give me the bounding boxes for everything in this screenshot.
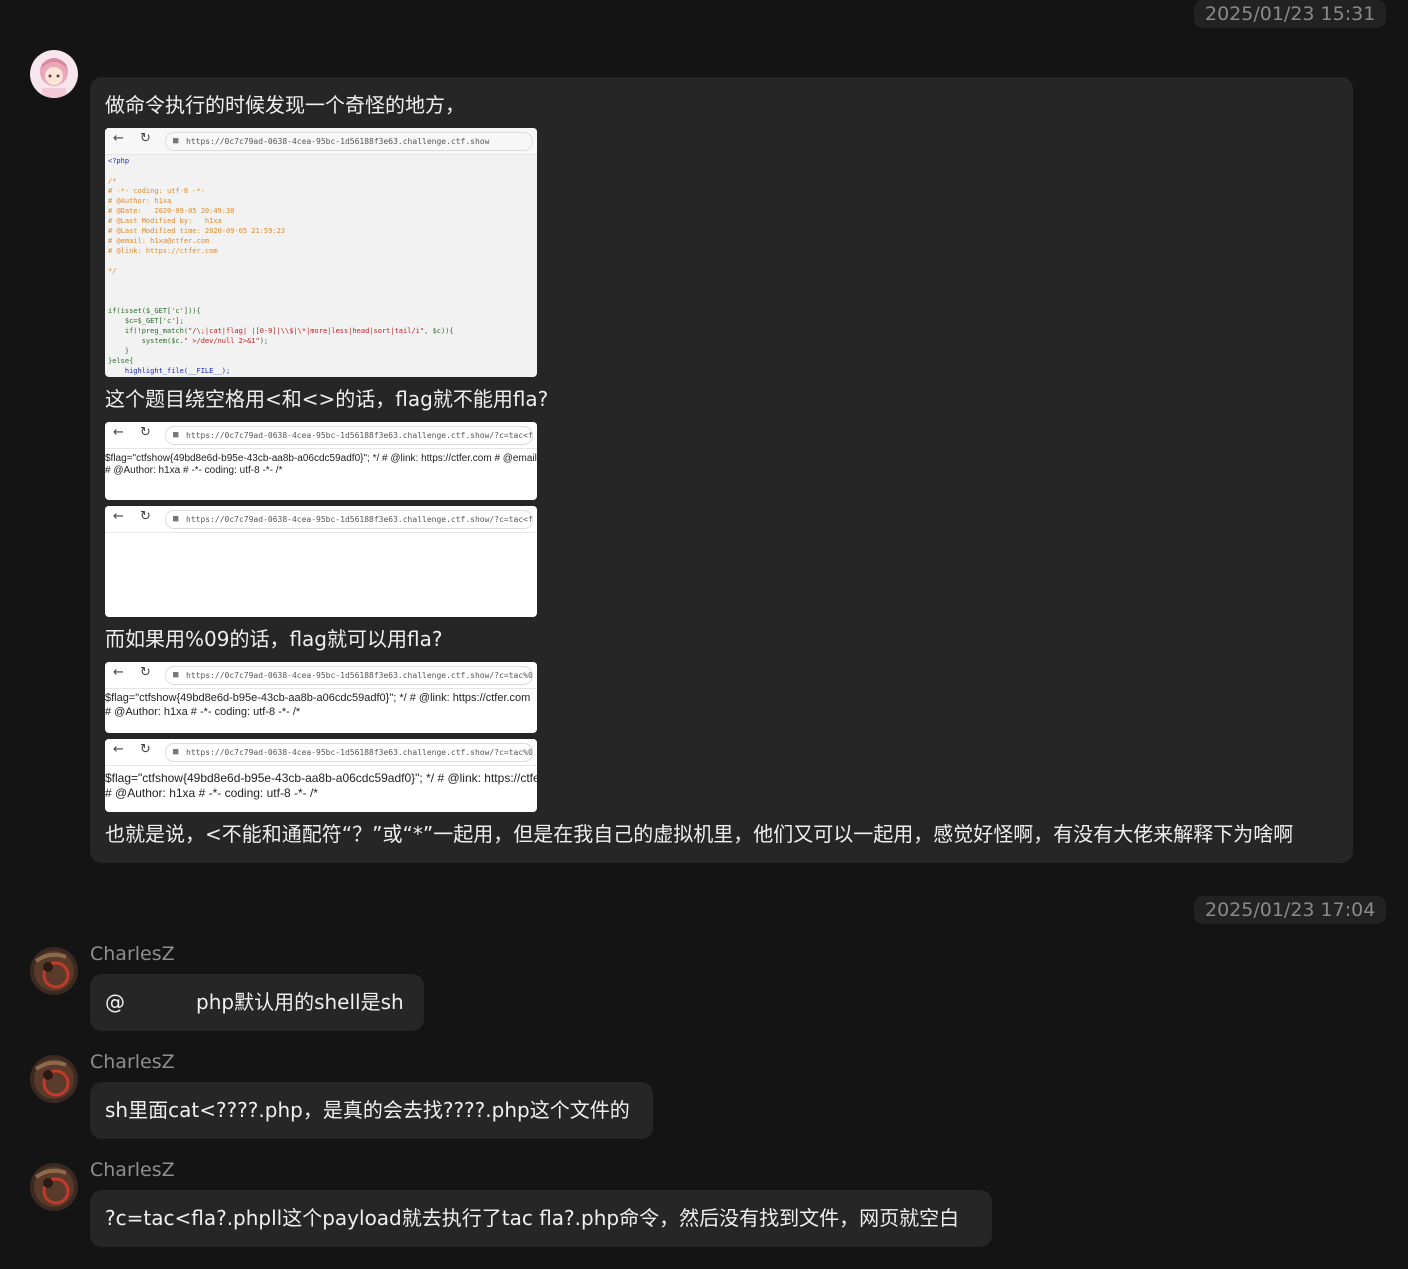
code-line: */ [108,267,117,275]
back-arrow-icon: ← [113,509,124,524]
page-output-line: # @Author: h1xa # -*- coding: utf-8 -*- … [105,786,318,800]
message-text: 做命令执行的时候发现一个奇怪的地方， [105,93,465,117]
url-text: https://0c7c79ad-0638-4cea-95bc-1d56188f… [186,515,533,524]
lock-icon: ■ [173,514,179,524]
code-line: $c=$_GET['c']; [108,317,184,325]
lock-icon: ■ [173,670,179,680]
url-text: https://0c7c79ad-0638-4cea-95bc-1d56188f… [186,671,533,680]
page-output-line: $flag="ctfshow{49bd8e6d-b95e-43cb-aa8b-a… [105,771,537,785]
back-arrow-icon: ← [113,665,124,680]
url-text: https://0c7c79ad-0638-4cea-95bc-1d56188f… [186,431,533,440]
browser-toolbar: ← ↻ ■ https://0c7c79ad-0638-4cea-95bc-1d… [105,506,537,533]
page-output-line: # @Author: h1xa # -*- coding: utf-8 -*- … [105,465,283,476]
code-line: # @Author: h1xa [108,197,172,205]
code-line: # @Last Modified by: h1xa [108,217,222,225]
message-text: php默认用的shell是sh [196,990,404,1014]
address-bar: ■ https://0c7c79ad-0638-4cea-95bc-1d5618… [165,743,533,762]
code-line: highlight_file(__FILE__); [108,367,231,375]
lock-icon: ■ [173,747,179,757]
browser-toolbar: ← ↻ ■ https://0c7c79ad-0638-4cea-95bc-1d… [105,422,537,449]
screenshot-image[interactable]: ← ↻ ■ https://0c7c79ad-0638-4cea-95bc-1d… [105,739,537,812]
code-line: /* [108,177,117,185]
address-bar: ■ https://0c7c79ad-0638-4cea-95bc-1d5618… [165,666,533,685]
mention[interactable]: @ [105,988,125,1016]
message-bubble: @ php默认用的shell是sh [90,974,424,1031]
url-text: https://0c7c79ad-0638-4cea-95bc-1d56188f… [186,748,533,757]
browser-toolbar: ← ↻ ■ https://0c7c79ad-0638-4cea-95bc-1d… [105,128,537,155]
page-output-line: $flag="ctfshow{49bd8e6d-b95e-43cb-aa8b-a… [105,692,531,704]
screenshot-image[interactable]: ← ↻ ■ https://0c7c79ad-0638-4cea-95bc-1d… [105,662,537,733]
lock-icon: ■ [173,430,179,440]
url-text: https://0c7c79ad-0638-4cea-95bc-1d56188f… [186,137,490,146]
address-bar: ■ https://0c7c79ad-0638-4cea-95bc-1d5618… [165,426,533,445]
user-avatar[interactable] [30,1055,78,1103]
screenshot-image[interactable]: ← ↻ ■ https://0c7c79ad-0638-4cea-95bc-1d… [105,422,537,500]
code-line: ); [259,337,269,345]
code-line: }else{ [108,357,134,365]
user-avatar[interactable] [30,947,78,995]
address-bar: ■ https://0c7c79ad-0638-4cea-95bc-1d5618… [165,132,533,151]
back-arrow-icon: ← [113,742,124,757]
page-output-line: $flag="ctfshow{49bd8e6d-b95e-43cb-aa8b-a… [105,453,537,464]
back-arrow-icon: ← [113,131,124,146]
browser-toolbar: ← ↻ ■ https://0c7c79ad-0638-4cea-95bc-1d… [105,739,537,766]
lock-icon: ■ [173,136,179,146]
code-line: } [108,347,130,355]
timestamp: 2025/01/23 15:31 [1194,0,1387,28]
back-arrow-icon: ← [113,425,124,440]
user-avatar[interactable] [30,1163,78,1211]
code-line: if(isset($_GET['c'])){ [108,307,201,315]
code-line: # @Last Modified time: 2020-09-05 21:59:… [108,227,286,235]
reload-icon: ↻ [140,665,151,680]
browser-toolbar: ← ↻ ■ https://0c7c79ad-0638-4cea-95bc-1d… [105,662,537,689]
message-text: 这个题目绕空格用<和<>的话，flag就不能用fla? [105,387,549,411]
sender-name[interactable]: CharlesZ [90,1159,175,1181]
code-line: # @link: https://ctfer.com [108,247,218,255]
reload-icon: ↻ [140,742,151,757]
php-source-code: <?php /* # -*- coding: utf-8 -*- # @Auth… [108,156,535,377]
message-text: ?c=tac<fla?.phpll这个payload就去执行了tac fla?.… [105,1206,960,1230]
timestamp: 2025/01/23 17:04 [1194,896,1387,924]
code-line: "/\;|cat|flag| |[0-9]|\\$|\*|more|less|h… [188,327,425,335]
reload-icon: ↻ [140,425,151,440]
code-line: system($c. [108,337,184,345]
message-bubble: ?c=tac<fla?.phpll这个payload就去执行了tac fla?.… [90,1190,992,1247]
code-line: # @email: h1xa@ctfer.com [108,237,210,245]
page-output-line: # @Author: h1xa # -*- coding: utf-8 -*- … [105,706,301,718]
sender-name[interactable]: CharlesZ [90,943,175,965]
message-bubble: sh里面cat<????.php，是真的会去找????.php这个文件的 [90,1082,653,1139]
message-text: 也就是说，<不能和通配符“？”或“*”一起用，但是在我自己的虚拟机里，他们又可以… [105,822,1294,846]
reload-icon: ↻ [140,509,151,524]
code-line: if(!preg_match( [108,327,189,335]
message-text: 而如果用%09的话，flag就可以用fla? [105,627,443,651]
code-line: # -*- coding: utf-8 -*- [108,187,205,195]
message-bubble: 做命令执行的时候发现一个奇怪的地方， ← ↻ ■ https://0c7c79a… [90,77,1353,863]
sender-name[interactable]: CharlesZ [90,1051,175,1073]
code-line: # @Date: 2020-09-05 20:49:30 [108,207,235,215]
code-line: , $c)){ [424,327,454,335]
reload-icon: ↻ [140,131,151,146]
code-line: <?php [108,157,130,165]
address-bar: ■ https://0c7c79ad-0638-4cea-95bc-1d5618… [165,510,533,529]
screenshot-image[interactable]: ← ↻ ■ https://0c7c79ad-0638-4cea-95bc-1d… [105,128,537,377]
user-avatar[interactable] [30,50,78,98]
screenshot-image[interactable]: ← ↻ ■ https://0c7c79ad-0638-4cea-95bc-1d… [105,506,537,617]
message-text: sh里面cat<????.php，是真的会去找????.php这个文件的 [105,1098,630,1122]
code-line: " >/dev/null 2>&1" [183,337,260,345]
